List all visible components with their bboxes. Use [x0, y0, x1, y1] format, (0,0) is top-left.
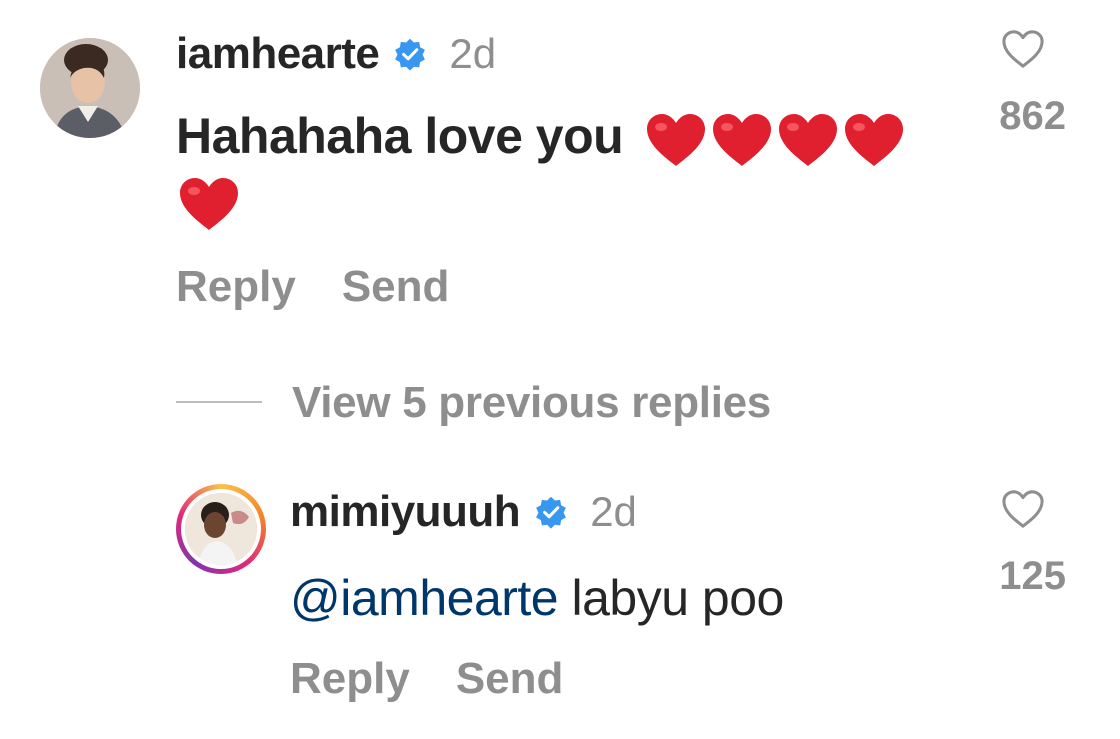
reply-body: @iamhearte labyu poo — [290, 566, 930, 630]
reply-reply-button[interactable]: Reply — [290, 654, 410, 704]
like-heart-icon[interactable] — [1000, 488, 1046, 530]
comment-timestamp: 2d — [449, 30, 497, 77]
avatar-iamhearte[interactable] — [40, 38, 140, 138]
verified-badge-icon — [395, 38, 426, 71]
red-heart-emoji-icon — [180, 178, 238, 230]
avatar-mimiyuuuh — [185, 493, 257, 565]
reply-text: labyu poo — [558, 570, 785, 626]
verified-badge-icon — [536, 496, 567, 529]
red-heart-emoji-icon — [712, 113, 771, 166]
comment-text: Hahahaha love you — [176, 108, 624, 164]
heart-emoji-group — [643, 104, 907, 170]
comment-send-button[interactable]: Send — [342, 262, 450, 312]
like-heart-icon[interactable] — [1000, 28, 1046, 70]
replies-divider — [176, 401, 262, 403]
reply-like-count: 125 — [999, 554, 1066, 598]
profile-photo — [40, 38, 140, 138]
red-heart-emoji-icon — [844, 113, 903, 166]
comment-reply-button[interactable]: Reply — [176, 262, 296, 312]
view-previous-replies-button[interactable]: View 5 previous replies — [292, 378, 771, 428]
reply-timestamp: 2d — [590, 488, 637, 535]
reply-username[interactable]: mimiyuuuh — [290, 487, 521, 537]
avatar-mimiyuuuh-story-ring[interactable] — [176, 484, 266, 574]
red-heart-emoji-icon — [778, 113, 837, 166]
comment-username[interactable]: iamhearte — [176, 29, 380, 79]
reply-send-button[interactable]: Send — [456, 654, 564, 704]
red-heart-emoji-icon — [646, 113, 705, 166]
profile-photo — [185, 493, 257, 565]
comment-body: Hahahaha love you — [176, 104, 976, 170]
mention-link[interactable]: @iamhearte — [290, 570, 559, 626]
